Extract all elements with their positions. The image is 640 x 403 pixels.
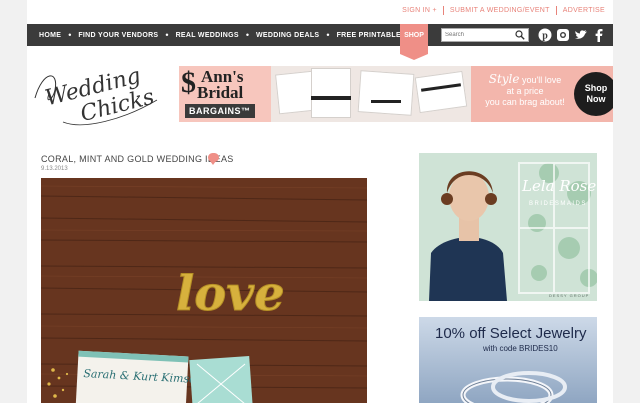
divider xyxy=(555,6,557,15)
lela-rose-brand: Lela Rose xyxy=(521,177,596,195)
jewelry-discount-ad[interactable]: 10% off Select Jewelry with code BRIDES1… xyxy=(419,317,597,403)
page: SIGN IN + SUBMIT A WEDDING/EVENT ADVERTI… xyxy=(27,0,613,403)
tagline-3: you can brag about! xyxy=(485,97,565,107)
brand-line2: Bridal xyxy=(197,83,244,102)
svg-text:p: p xyxy=(542,31,548,42)
twitter-icon[interactable] xyxy=(574,28,588,42)
nav-separator: • xyxy=(165,30,169,40)
search-icon[interactable] xyxy=(515,30,525,40)
bargains-label: BARGAINS™ xyxy=(185,104,255,118)
social-links: p xyxy=(538,28,606,42)
banner-tagline: Style you'll love at a price you can bra… xyxy=(479,72,571,108)
nav-separator: • xyxy=(68,30,72,40)
anns-bridal-banner-ad[interactable]: $ Ann's Bridal BARGAINS™ Style you'll lo… xyxy=(179,66,613,122)
facebook-icon[interactable] xyxy=(592,28,606,42)
submit-wedding-link[interactable]: SUBMIT A WEDDING/EVENT xyxy=(450,7,550,14)
main-nav: HOME • FIND YOUR VENDORS • REAL WEDDINGS… xyxy=(27,24,613,60)
dessy-group-label: DESSY GROUP xyxy=(549,293,589,298)
advertise-link[interactable]: ADVERTISE xyxy=(563,7,605,14)
wedding-chicks-logo[interactable]: Wedding Chicks xyxy=(33,60,163,130)
style-word: Style xyxy=(488,72,520,86)
pinterest-icon[interactable]: p xyxy=(538,28,552,42)
post-image: love Sarah & Kurt Kimsey xyxy=(41,178,367,403)
instagram-icon[interactable] xyxy=(556,28,570,42)
gold-love-word: love xyxy=(176,266,285,322)
divider xyxy=(442,6,444,15)
bridesmaids-label: BRIDESMAIDS xyxy=(529,201,587,207)
nav-home[interactable]: HOME xyxy=(39,32,61,39)
nav-separator: • xyxy=(245,30,249,40)
shop-now-line2: Now xyxy=(586,94,606,104)
sign-in-link[interactable]: SIGN IN + xyxy=(402,7,437,14)
post-title[interactable]: CORAL, MINT AND GOLD WEDDING IDEAS xyxy=(41,154,234,164)
tagline-1: you'll love xyxy=(522,75,562,85)
comment-icon[interactable] xyxy=(208,153,219,165)
nav-separator: • xyxy=(326,30,330,40)
nav-find-vendors[interactable]: FIND YOUR VENDORS xyxy=(78,32,158,39)
jewelry-code-line: with code BRIDES10 xyxy=(483,344,558,353)
search-box xyxy=(441,28,529,42)
banner-brand: $ Ann's Bridal BARGAINS™ xyxy=(179,66,271,122)
lela-rose-bridesmaids-ad[interactable]: Lela Rose BRIDESMAIDS DESSY GROUP xyxy=(419,153,597,301)
shop-now-button[interactable]: Shop Now xyxy=(574,72,613,116)
shop-now-line1: Shop xyxy=(584,83,608,93)
shop-tab[interactable]: SHOP xyxy=(400,24,428,60)
search-input[interactable] xyxy=(442,29,510,41)
nav-free-printables[interactable]: FREE PRINTABLES xyxy=(337,32,406,39)
jewelry-headline: 10% off Select Jewelry xyxy=(435,325,587,342)
tagline-2: at a price xyxy=(506,86,544,96)
dollar-sign: $ xyxy=(181,66,196,99)
invitation-cards-image xyxy=(271,66,471,122)
post-date: 9.13.2013 xyxy=(41,166,68,172)
nav-real-weddings[interactable]: REAL WEDDINGS xyxy=(176,32,239,39)
nav-wedding-deals[interactable]: WEDDING DEALS xyxy=(256,32,319,39)
utility-links: SIGN IN + SUBMIT A WEDDING/EVENT ADVERTI… xyxy=(402,6,605,15)
